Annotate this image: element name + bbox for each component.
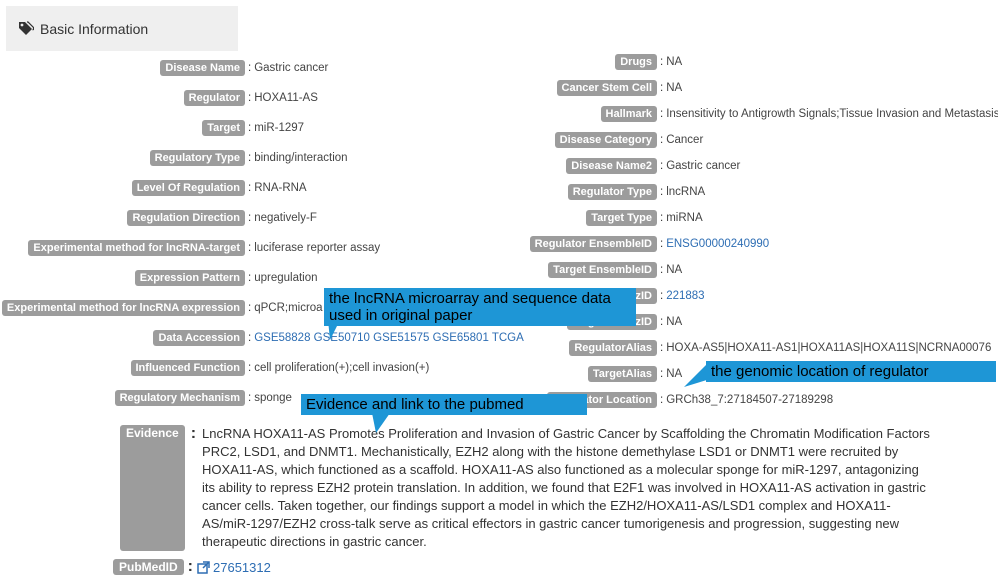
- label-wrap: RegulatorAlias: [0, 340, 657, 356]
- field-label: Drugs: [615, 54, 657, 70]
- colon: :: [660, 160, 664, 172]
- callout-pointer: [684, 365, 710, 387]
- label-wrap: Disease Category: [0, 132, 657, 148]
- field-label: Target EnsembleID: [548, 262, 657, 278]
- label-wrap: Target Type: [0, 210, 657, 226]
- tag-icon: [18, 20, 35, 37]
- evidence-text: LncRNA HOXA11-AS Promotes Proliferation …: [202, 426, 930, 549]
- field-value: Cancer: [666, 134, 704, 146]
- field-value: NA: [666, 316, 683, 328]
- field-drugs: Drugs: NA: [0, 53, 682, 71]
- colon: :: [660, 316, 664, 328]
- callout-evidence: Evidence and link to the pubmed: [301, 394, 587, 415]
- label-wrap: Target EnsembleID: [0, 262, 657, 278]
- field-value: GRCh38_7:27184507-27189298: [666, 394, 834, 406]
- label-wrap: Hallmark: [0, 106, 657, 122]
- colon: :: [660, 134, 664, 146]
- field-label: Regulator Type: [567, 184, 657, 200]
- label-wrap: Disease Name2: [0, 158, 657, 174]
- field-cancer-stem-cell: Cancer Stem Cell: NA: [0, 79, 682, 97]
- field-value: NA: [666, 264, 683, 276]
- field-disease-category: Disease Category: Cancer: [0, 131, 703, 149]
- field-label: Disease Name2: [566, 158, 657, 174]
- field-label: Hallmark: [600, 106, 657, 122]
- field-regulator-type: Regulator Type: lncRNA: [0, 183, 705, 201]
- field-value: lncRNA: [666, 186, 706, 198]
- colon: :: [660, 394, 664, 406]
- field-target-type: Target Type: miRNA: [0, 209, 703, 227]
- field-value: Gastric cancer: [666, 160, 741, 172]
- section-title: Basic Information: [40, 20, 149, 37]
- colon: :: [660, 290, 664, 302]
- field-disease-name2: Disease Name2: Gastric cancer: [0, 157, 740, 175]
- field-regulatoralias: RegulatorAlias: HOXA-AS5|HOXA11-AS1|HOXA1…: [0, 339, 991, 357]
- field-value-link[interactable]: ENSG00000240990: [666, 238, 769, 250]
- label-wrap: Drugs: [0, 54, 657, 70]
- field-regulator-ensembleid: Regulator EnsembleID: ENSG00000240990: [0, 235, 769, 253]
- colon: :: [660, 264, 664, 276]
- label-wrap: TargetAlias: [0, 366, 657, 382]
- callout-pointer: [372, 413, 390, 433]
- pubmed-label: PubMedID: [113, 559, 184, 575]
- colon: :: [190, 425, 197, 442]
- field-value: miRNA: [666, 212, 703, 224]
- colon: :: [660, 342, 664, 354]
- field-value: NA: [666, 368, 683, 380]
- field-label: Disease Category: [554, 132, 657, 148]
- colon: :: [660, 82, 664, 94]
- label-wrap: Cancer Stem Cell: [0, 80, 657, 96]
- field-targetalias: TargetAlias: NA: [0, 365, 682, 383]
- pubmed-id: 27651312: [213, 559, 271, 575]
- field-label: RegulatorAlias: [569, 340, 657, 356]
- field-target-ensembleid: Target EnsembleID: NA: [0, 261, 682, 279]
- field-label: Target Type: [586, 210, 657, 226]
- colon: :: [660, 238, 664, 250]
- external-link-icon: [197, 560, 210, 574]
- field-hallmark: Hallmark: Insensitivity to Antigrowth Sig…: [0, 105, 998, 123]
- callout-pointer: [328, 320, 340, 340]
- field-value: HOXA-AS5|HOXA11-AS1|HOXA11AS|HOXA11S|NCR…: [666, 342, 992, 354]
- section-header: Basic Information: [6, 6, 238, 51]
- field-value: NA: [666, 56, 683, 68]
- label-wrap: Regulator EnsembleID: [0, 236, 657, 252]
- field-label: Cancer Stem Cell: [556, 80, 657, 96]
- label-wrap: Regulator Type: [0, 184, 657, 200]
- field-label: TargetAlias: [587, 366, 657, 382]
- evidence-row: Evidence : LncRNA HOXA11-AS Promotes Pro…: [120, 425, 932, 551]
- colon: :: [660, 368, 664, 380]
- evidence-label: Evidence: [120, 425, 185, 551]
- colon: :: [660, 186, 664, 198]
- callout-genomic: the genomic location of regulator: [706, 361, 996, 382]
- pubmed-link[interactable]: 27651312: [197, 560, 271, 575]
- field-value: NA: [666, 82, 683, 94]
- colon: :: [660, 56, 664, 68]
- field-value-link[interactable]: 221883: [666, 290, 704, 302]
- colon: :: [660, 108, 664, 120]
- field-label: Regulator EnsembleID: [529, 236, 657, 252]
- field-value: Insensitivity to Antigrowth Signals;Tiss…: [666, 108, 998, 120]
- pubmed-row: PubMedID : 27651312: [113, 558, 271, 576]
- callout-microarray: the lncRNA microarray and sequence data …: [324, 288, 636, 326]
- colon: :: [660, 212, 664, 224]
- colon: :: [187, 558, 193, 575]
